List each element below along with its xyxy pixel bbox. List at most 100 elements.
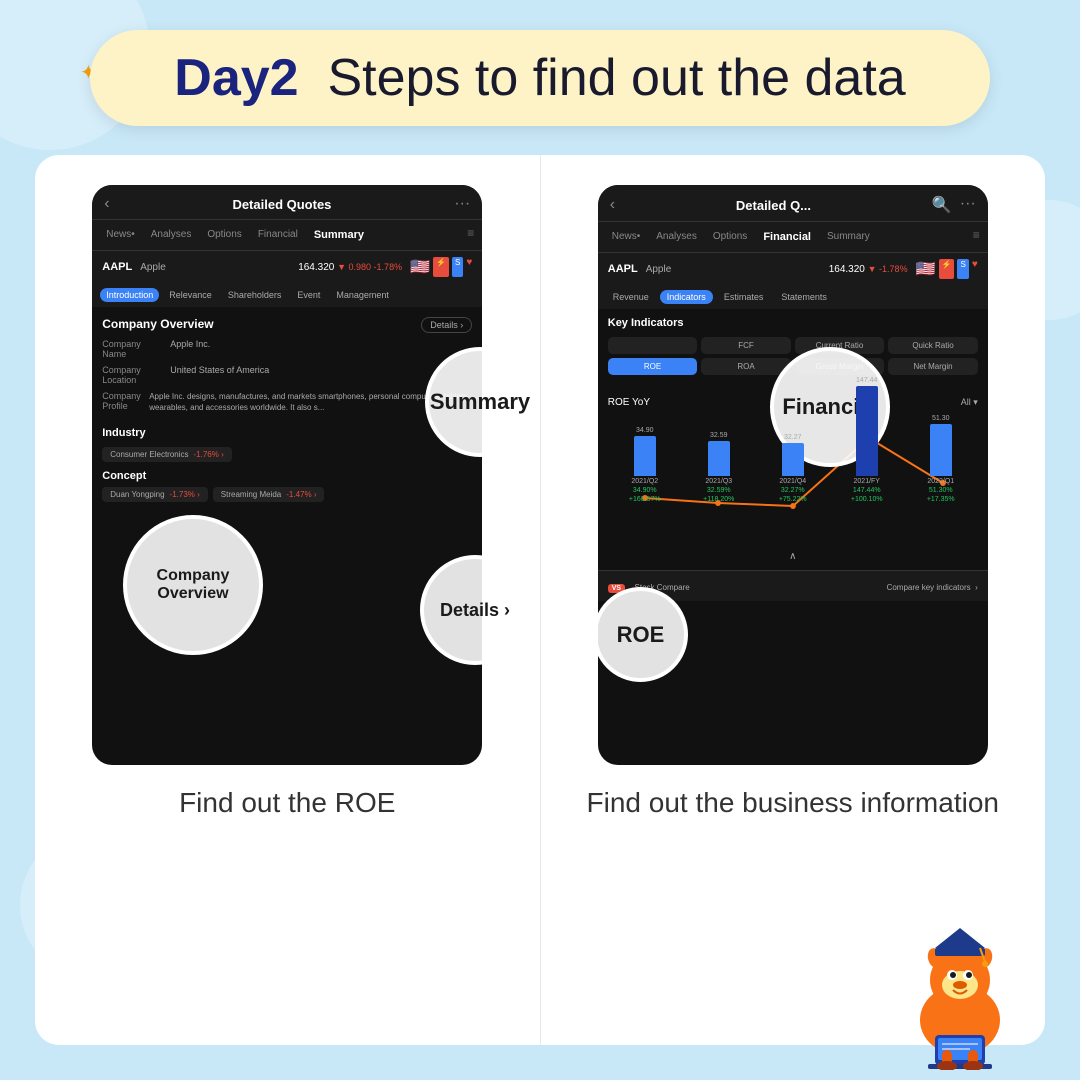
collapse-icon: ∧ [789, 551, 796, 562]
company-name-row: Company Name Apple Inc. [102, 339, 472, 359]
company-profile-label: Company Profile [102, 391, 141, 421]
right-phone-tabs: News• Analyses Options Financial Summary… [598, 222, 988, 253]
tab-financial-right[interactable]: Financial [757, 228, 817, 246]
bar-pct-q1-22: 51.30% [929, 487, 953, 494]
company-name-label: Company Name [102, 339, 162, 359]
company-overview-title: Company Overview [102, 317, 472, 331]
all-filter-btn[interactable]: All ▾ [961, 397, 978, 408]
bar-q4 [782, 443, 804, 476]
bar-pct-fy: 147.44% [853, 487, 881, 494]
chart-bar-q2: 34.90 2021/Q2 34.90% +160.57% [608, 427, 682, 503]
heart-icon-right: ♥ [972, 259, 978, 279]
concept-tag-1[interactable]: Duan Yongping -1.73% › [102, 487, 208, 502]
company-profile-row: Company Profile Apple Inc. designs, manu… [102, 391, 472, 421]
collapse-btn[interactable]: ∧ [608, 546, 978, 564]
bar-label-q1-22: 2022/Q1 [927, 478, 954, 485]
ind-tab-revenue[interactable]: Revenue [606, 290, 656, 304]
ind-quick-ratio[interactable]: Quick Ratio [888, 337, 978, 354]
ind-roa[interactable]: ROA [701, 358, 791, 375]
ind-roe[interactable]: ROE [608, 358, 698, 375]
summary-callout: Summary [425, 347, 535, 457]
concept-row: Duan Yongping -1.73% › Streaming Meida -… [102, 487, 472, 502]
summary-callout-text: Summary [430, 389, 530, 415]
company-overview-callout: Company Overview [123, 515, 263, 655]
ind-tab-statements[interactable]: Statements [774, 290, 834, 304]
bar-pct2-q3: +118.20% [703, 496, 734, 503]
company-country-row: Company Location United States of Americ… [102, 365, 472, 385]
day-label: Day2 [174, 49, 298, 107]
mascot [890, 910, 1030, 1050]
bar-value-fy: 147.44 [856, 377, 877, 384]
bar-pct-q4: 32.27% [781, 487, 805, 494]
right-stock-name: Apple [646, 264, 672, 275]
right-price-change: ▼ -1.78% [868, 264, 908, 274]
indicator-tabs: Revenue Indicators Estimates Statements [598, 285, 988, 309]
concept-label-2: Streaming Meida [221, 490, 281, 499]
subtab-introduction[interactable]: Introduction [100, 288, 159, 302]
tab-summary-right[interactable]: Summary [821, 228, 876, 246]
ind-tab-estimates[interactable]: Estimates [717, 290, 771, 304]
left-sub-tabs: Introduction Relevance Shareholders Even… [92, 283, 482, 307]
subtab-relevance[interactable]: Relevance [163, 288, 218, 302]
chart-bar-fy: 147.44 2021/FY 147.44% +100.10% [830, 377, 904, 503]
right-phone-title: Detailed Q... [615, 198, 932, 213]
subtab-event[interactable]: Event [291, 288, 326, 302]
more-icon-left[interactable]: ··· [454, 195, 470, 213]
left-phone-title: Detailed Quotes [110, 197, 455, 212]
ind-net-margin[interactable]: Net Margin [888, 358, 978, 375]
bar-q1-22 [930, 424, 952, 476]
company-profile-value: Apple Inc. designs, manufactures, and ma… [149, 391, 472, 413]
subtab-management[interactable]: Management [330, 288, 395, 302]
bar-value-q3: 32.59 [710, 432, 728, 439]
compare-key-label: Compare key indicators [887, 583, 971, 592]
details-callout-text: Details › [440, 600, 510, 621]
details-button[interactable]: Details › [421, 317, 472, 333]
left-caption: Find out the ROE [179, 785, 395, 821]
tab-news-right[interactable]: News• [606, 228, 647, 246]
concept-label-1: Duan Yongping [110, 490, 164, 499]
subtab-shareholders[interactable]: Shareholders [222, 288, 288, 302]
menu-icon-left[interactable]: ≡ [467, 226, 474, 244]
chart-bar-q3: 32.59 2021/Q3 32.59% +118.20% [682, 432, 756, 503]
bar-pct2-q1-22: +17.35% [927, 496, 955, 503]
bar-pct2-fy: +100.10% [851, 496, 883, 503]
left-stock-price: 164.320 ▼ 0.980 -1.78% [298, 262, 402, 273]
ind-fcf[interactable]: FCF [701, 337, 791, 354]
company-country-label: Company Location [102, 365, 162, 385]
left-stock-name: Apple [140, 262, 166, 273]
left-phone: ‹ Detailed Quotes ··· News• Analyses Opt… [92, 185, 482, 765]
left-phone-tabs: News• Analyses Options Financial Summary… [92, 220, 482, 251]
menu-icon-right[interactable]: ≡ [973, 228, 980, 246]
search-icon-right[interactable]: 🔍 [932, 195, 952, 215]
tab-options-right[interactable]: Options [707, 228, 753, 246]
industry-tag-label: Consumer Electronics [110, 450, 188, 459]
stock-compare-right: Compare key indicators › [887, 577, 978, 595]
s-icon-right: S [957, 259, 968, 279]
bar-q2 [634, 436, 656, 476]
concept-change-2: -1.47% › [286, 490, 316, 499]
left-company-content: Company Overview Details › Company Name … [92, 307, 482, 512]
ind-tab-indicators[interactable]: Indicators [660, 290, 713, 304]
concept-tag-2[interactable]: Streaming Meida -1.47% › [213, 487, 325, 502]
header-subtitle: Steps to find out the data [328, 49, 906, 107]
tab-financial-left[interactable]: Financial [252, 226, 304, 244]
tab-options-left[interactable]: Options [201, 226, 247, 244]
right-header-icons: 🔍 ··· [932, 195, 976, 215]
more-icon-right[interactable]: ··· [960, 195, 976, 215]
details-callout: Details › [420, 555, 530, 665]
tab-summary-left[interactable]: Summary [308, 226, 370, 244]
right-price-value: 164.320 [829, 264, 865, 275]
ind-eps[interactable] [608, 337, 698, 354]
tab-analyses-left[interactable]: Analyses [145, 226, 198, 244]
company-overview-callout-text: Company Overview [127, 557, 259, 613]
roe-yoy-label: ROE YoY [608, 397, 650, 408]
flag-icon: 🇺🇸 [410, 257, 430, 277]
bar-pct2-q4: +75.22% [779, 496, 807, 503]
tab-news-left[interactable]: News• [100, 226, 141, 244]
chart-bar-q1-22: 51.30 2022/Q1 51.30% +17.35% [904, 415, 978, 503]
bar-label-fy: 2021/FY [854, 478, 880, 485]
tab-analyses-right[interactable]: Analyses [650, 228, 703, 246]
industry-tag[interactable]: Consumer Electronics -1.76% › [102, 447, 231, 462]
left-price-change: ▼ 0.980 -1.78% [337, 262, 402, 272]
industry-change: -1.76% › [194, 450, 224, 459]
